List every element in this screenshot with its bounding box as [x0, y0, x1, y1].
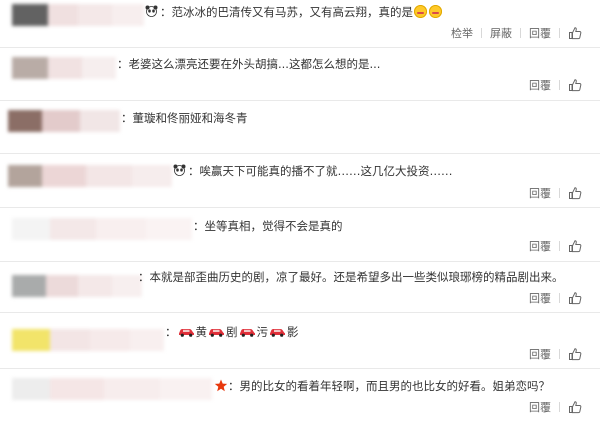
comment-text: ：唉赢天下可能真的播不了就……这几亿大投资……: [173, 163, 453, 179]
comment-item: ：本就是部歪曲历史的剧，凉了最好。还是希望多出一些类似琅琊榜的精品剧出来。 回覆: [0, 262, 600, 312]
comment-body: ：老婆这么漂亮还要在外头胡搞...这都怎么想的是...: [117, 57, 381, 71]
thumbs-up-icon[interactable]: [568, 26, 582, 40]
comment-item: ：唉赢天下可能真的播不了就……这几亿大投资…… 回覆: [0, 154, 600, 207]
action-separator: [559, 402, 560, 412]
author-blurred[interactable]: [12, 329, 164, 351]
panda-icon: [173, 164, 186, 176]
comment-body: ：坐等真相，觉得不会是真的: [193, 219, 343, 233]
comment-actions: 回覆: [529, 77, 588, 95]
grin-emoji-icon: [414, 5, 427, 18]
comment-prefix: ：: [165, 325, 177, 339]
report-link[interactable]: 检举: [451, 25, 473, 41]
red-car-icon: [178, 329, 194, 337]
comment-actions: 回覆: [529, 346, 588, 364]
red-car-icon: [239, 329, 255, 337]
action-separator: [559, 293, 560, 303]
author-blurred[interactable]: [12, 218, 192, 240]
comment-actions: 回覆: [529, 238, 588, 256]
action-separator: [559, 80, 560, 90]
comment-item: ：董璇和佟丽娅和海冬青: [0, 101, 600, 153]
action-separator: [559, 188, 560, 198]
comment-text: ：老婆这么漂亮还要在外头胡搞...这都怎么想的是...: [117, 56, 380, 72]
comment-item: ： 黄 剧 污 影 回覆: [0, 313, 600, 368]
comment-segment: 污: [256, 325, 269, 339]
comment-segment: 剧: [226, 325, 238, 339]
reply-link[interactable]: 回覆: [529, 238, 551, 254]
thumbs-up-icon[interactable]: [568, 400, 582, 414]
action-separator: [559, 349, 560, 359]
reply-link[interactable]: 回覆: [529, 399, 551, 415]
comment-text: ：范冰冰的巴清传又有马苏，又有高云翔，真的是: [145, 4, 443, 20]
panda-icon: [145, 5, 158, 17]
reply-link[interactable]: 回覆: [529, 25, 551, 41]
reply-link[interactable]: 回覆: [529, 185, 551, 201]
comment-body: ：本就是部歪曲历史的剧，凉了最好。还是希望多出一些类似琅琊榜的精品剧出来。: [138, 270, 564, 284]
block-link[interactable]: 屏蔽: [490, 25, 512, 41]
comment-segment: 黄: [195, 325, 208, 339]
grin-emoji-icon: [429, 5, 442, 18]
thumbs-up-icon[interactable]: [568, 239, 582, 253]
reply-link[interactable]: 回覆: [529, 77, 551, 93]
reply-link[interactable]: 回覆: [529, 346, 551, 362]
thumbs-up-icon[interactable]: [568, 78, 582, 92]
thumbs-up-icon[interactable]: [568, 291, 582, 305]
comment-actions: 回覆: [529, 399, 588, 417]
action-separator: [481, 28, 482, 38]
comment-text: ：本就是部歪曲历史的剧，凉了最好。还是希望多出一些类似琅琊榜的精品剧出来。: [138, 269, 564, 285]
author-blurred[interactable]: [8, 165, 172, 187]
comment-text: ：董璇和佟丽娅和海冬青: [121, 110, 248, 126]
comment-actions: 检举 屏蔽 回覆: [451, 25, 588, 43]
author-blurred[interactable]: [8, 110, 120, 132]
comment-text: ：坐等真相，觉得不会是真的: [193, 218, 343, 234]
comment-text: ： 黄 剧 污 影: [165, 324, 299, 340]
red-car-icon: [209, 329, 224, 337]
comment-body: ：范冰冰的巴清传又有马苏，又有高云翔，真的是: [160, 5, 413, 19]
comment-actions: 回覆: [529, 290, 588, 308]
comment-text: ：男的比女的看着年轻啊，而且男的也比女的好看。姐弟恋吗？: [214, 378, 550, 394]
star-icon: [214, 379, 228, 392]
action-separator: [520, 28, 521, 38]
action-separator: [559, 28, 560, 38]
author-blurred[interactable]: [12, 57, 116, 79]
author-blurred[interactable]: [12, 275, 142, 297]
reply-link[interactable]: 回覆: [529, 290, 551, 306]
comment-body: ：董璇和佟丽娅和海冬青: [121, 111, 248, 125]
comment-item: ：男的比女的看着年轻啊，而且男的也比女的好看。姐弟恋吗？ 回覆: [0, 369, 600, 424]
comment-item: ：老婆这么漂亮还要在外头胡搞...这都怎么想的是... 回覆: [0, 48, 600, 100]
thumbs-up-icon[interactable]: [568, 347, 582, 361]
red-car-icon: [270, 329, 285, 337]
comment-actions: 回覆: [529, 185, 588, 203]
comment-segment: 影: [287, 325, 299, 339]
comment-body: ：男的比女的看着年轻啊，而且男的也比女的好看。姐弟恋吗？: [228, 379, 550, 393]
comment-item: ：坐等真相，觉得不会是真的 回覆: [0, 208, 600, 261]
action-separator: [559, 241, 560, 251]
author-blurred[interactable]: [12, 4, 144, 26]
comment-list: ：范冰冰的巴清传又有马苏，又有高云翔，真的是 检举 屏蔽 回覆 ：老婆这么漂亮还要在…: [0, 0, 600, 424]
comment-item: ：范冰冰的巴清传又有马苏，又有高云翔，真的是 检举 屏蔽 回覆: [0, 0, 600, 47]
author-blurred[interactable]: [12, 378, 212, 400]
comment-body: ：唉赢天下可能真的播不了就……这几亿大投资……: [188, 164, 453, 178]
thumbs-up-icon[interactable]: [568, 186, 582, 200]
